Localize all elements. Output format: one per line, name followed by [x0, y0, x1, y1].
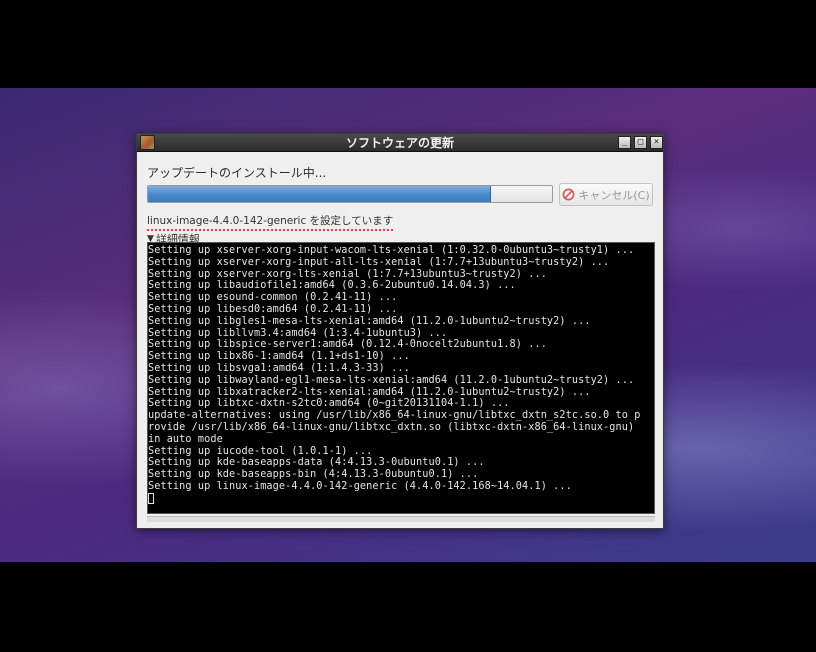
terminal-line: Setting up kde-baseapps-bin (4:4.13.3-0u… — [148, 469, 479, 481]
terminal-line: Setting up libllvm3.4:amd64 (1:3.4-1ubun… — [148, 327, 448, 339]
terminal-line: Setting up libtxc-dxtn-s2tc0:amd64 (0~gi… — [148, 398, 510, 410]
progress-bar — [147, 185, 553, 203]
terminal-line: Setting up iucode-tool (1.0.1-1) ... — [148, 445, 373, 457]
terminal-line: Setting up libesd0:amd64 (0.2.41-11) ... — [148, 303, 398, 315]
terminal-line: Setting up libxatracker2-lts-xenial:amd6… — [148, 386, 591, 398]
status-label: アップデートのインストール中... — [147, 166, 327, 180]
terminal-line: Setting up libsvga1:amd64 (1:1.4.3-33) .… — [148, 362, 410, 374]
software-updater-window: ソフトウェアの更新 _ □ × アップデートのインストール中... キャンセル(… — [136, 133, 664, 529]
terminal-line: Setting up libwayland-egl1-mesa-lts-xeni… — [148, 374, 635, 386]
terminal-line: Setting up libspice-server1:amd64 (0.12.… — [148, 339, 547, 351]
horizontal-scrollbar[interactable] — [147, 516, 655, 522]
terminal-output[interactable]: Setting up xserver-xorg-input-wacom-lts-… — [147, 242, 655, 514]
minimize-button[interactable]: _ — [618, 136, 631, 149]
terminal-line: update-alternatives: using /usr/lib/x86_… — [148, 410, 641, 422]
terminal-line: in auto mode — [148, 433, 223, 445]
terminal-line: Setting up libx86-1:amd64 (1.1+ds1-10) .… — [148, 351, 410, 363]
terminal-line: Setting up libaudiofile1:amd64 (0.3.6-2u… — [148, 280, 516, 292]
terminal-cursor — [148, 492, 154, 504]
terminal-line: Setting up xserver-xorg-lts-xenial (1:7.… — [148, 268, 547, 280]
cancel-button[interactable]: キャンセル(C) — [559, 183, 653, 206]
progress-fill — [148, 186, 492, 202]
window-title: ソフトウェアの更新 — [345, 136, 454, 150]
terminal-line: Setting up libgles1-mesa-lts-xenial:amd6… — [148, 315, 591, 327]
package-status: linux-image-4.4.0-142-generic を設定しています — [147, 213, 394, 231]
terminal-line: Setting up esound-common (0.2.41-11) ... — [148, 292, 398, 304]
terminal-line: Setting up linux-image-4.4.0-142-generic… — [148, 480, 572, 492]
maximize-button[interactable]: □ — [634, 136, 647, 149]
terminal-line: Setting up xserver-xorg-input-wacom-lts-… — [148, 245, 635, 256]
title-bar[interactable]: ソフトウェアの更新 _ □ × — [137, 134, 663, 152]
terminal-line: Setting up xserver-xorg-input-all-lts-xe… — [148, 256, 610, 268]
close-button[interactable]: × — [650, 136, 663, 149]
cancel-button-label: キャンセル(C) — [578, 188, 650, 202]
terminal-line: Setting up kde-baseapps-data (4:4.13.3-0… — [148, 457, 485, 469]
terminal-line: rovide /usr/lib/x86_64-linux-gnu/libtxc_… — [148, 421, 635, 433]
terminal-cursor-line — [148, 492, 654, 506]
cancel-icon — [562, 188, 575, 201]
